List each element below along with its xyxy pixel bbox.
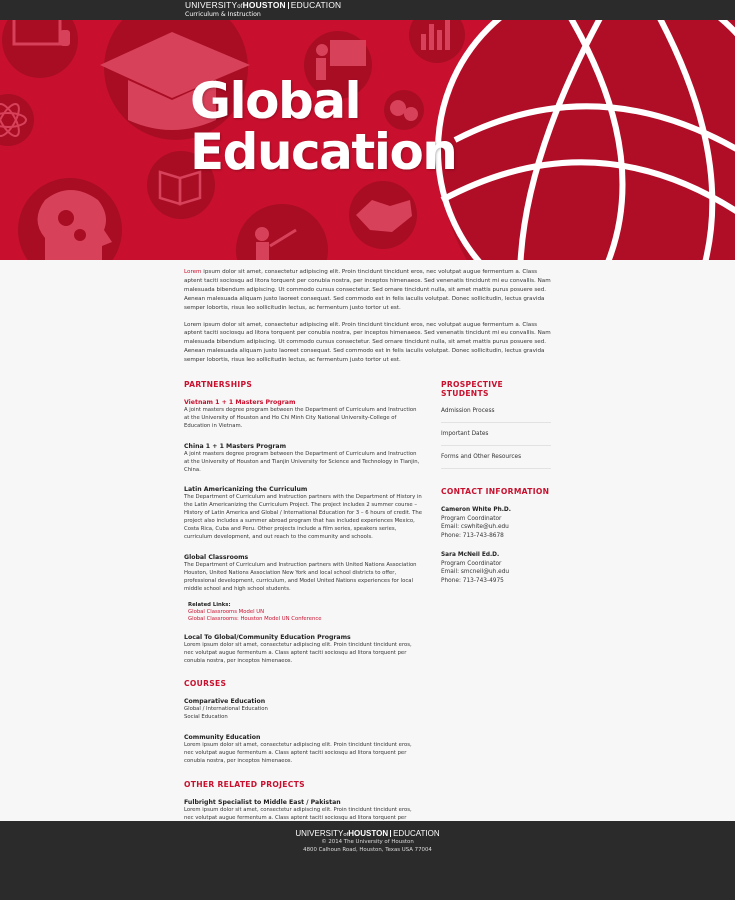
project-title: Fulbright Specialist to Middle East / Pa… [184, 798, 341, 806]
contact-email[interactable]: Email: cswhite@uh.edu [441, 523, 551, 532]
section-heading: PROSPECTIVE STUDENTS [441, 380, 504, 398]
contact-role: Program Coordinator [441, 515, 502, 522]
section-heading: OTHER RELATED PROJECTS [184, 779, 305, 789]
course-line: Global / International Education [184, 706, 268, 713]
partnership-desc: A joint masters degree program between t… [184, 450, 420, 473]
globe-icon [435, 20, 735, 260]
related-links-label: Related Links: [188, 601, 231, 608]
related-link-model-un[interactable]: Global Classrooms Model UN [188, 609, 422, 616]
partnerships-section: PARTNERSHIPS Vietnam 1 + 1 Masters Progr… [184, 380, 422, 665]
related-links: Related Links: Global Classrooms Model U… [188, 602, 422, 624]
contact-role: Program Coordinator [441, 560, 502, 567]
course-line: Social Education [184, 714, 228, 721]
prospective-links: Admission Process Important Dates Forms … [441, 408, 551, 469]
partnership-item: China 1 + 1 Masters Program A joint mast… [184, 443, 422, 475]
head-gears-icon [18, 178, 122, 260]
course-item: Community Education Lorem ipsum dolor si… [184, 734, 422, 766]
footer-logo[interactable]: UNIVERSITYofHOUSTON EDUCATION [0, 829, 735, 838]
related-link-houston-conference[interactable]: Global Classrooms: Houston Model UN Conf… [188, 616, 422, 623]
contact-name: Cameron White Ph.D. [441, 507, 511, 513]
course-item: Comparative Education Global / Internati… [184, 698, 422, 722]
partnership-desc: Lorem ipsum dolor sit amet, consectetur … [184, 641, 412, 664]
intro-text: Lorem ipsum dolor sit amet, consectetur … [184, 268, 552, 373]
contact-phone: Phone: 713-743-8678 [441, 533, 504, 540]
section-heading: PARTNERSHIPS [184, 380, 253, 389]
partnership-desc: The Department of Curriculum and Instruc… [184, 561, 417, 592]
partnership-item: Latin Americanizing the Curriculum The D… [184, 486, 422, 541]
main-column: PARTNERSHIPS Vietnam 1 + 1 Masters Progr… [184, 380, 422, 845]
contact-card: Sara McNeil Ed.D. Program Coordinator Em… [441, 551, 551, 586]
footer-copyright: © 2014 The University of Houston [321, 839, 414, 845]
intro-paragraph: Lorem ipsum dolor sit amet, consectetur … [184, 269, 551, 311]
logo-wordmark: UNIVERSITYofHOUSTON EDUCATION [185, 0, 342, 10]
partnership-desc: The Department of Curriculum and Instruc… [184, 494, 423, 540]
sidebar-item-dates[interactable]: Important Dates [441, 431, 551, 446]
sidebar: PROSPECTIVE STUDENTS Admission Process I… [441, 380, 551, 596]
top-bar: UNIVERSITYofHOUSTON EDUCATION Curriculum … [0, 0, 735, 20]
partnership-link[interactable]: Vietnam 1 + 1 Masters Program [184, 399, 422, 406]
contact-name: Sara McNeil Ed.D. [441, 551, 500, 558]
section-heading: COURSES [184, 679, 227, 689]
course-title: Comparative Education [184, 698, 266, 706]
hero-banner: Global Education [0, 20, 735, 260]
partnership-title: Latin Americanizing the Curriculum [184, 486, 308, 494]
intro-paragraph: Lorem ipsum dolor sit amet, consectetur … [184, 321, 551, 364]
contact-phone: Phone: 713-743-4975 [441, 577, 504, 584]
partnership-item: Global Classrooms The Department of Curr… [184, 554, 422, 594]
course-desc: Lorem ipsum dolor sit amet, consectetur … [184, 742, 412, 765]
sidebar-item-admission[interactable]: Admission Process [441, 408, 551, 423]
contact-email[interactable]: Email: smcneil@uh.edu [441, 568, 551, 577]
partnership-item: Local To Global/Community Education Prog… [184, 634, 422, 666]
course-title: Community Education [184, 734, 261, 742]
computer-icon [2, 20, 78, 78]
courses-section: COURSES Comparative Education Global / I… [184, 679, 422, 766]
atom-icon [0, 94, 34, 146]
partnership-desc: A joint masters degree program between t… [184, 407, 417, 429]
university-logo[interactable]: UNIVERSITYofHOUSTON EDUCATION Curriculum … [185, 1, 341, 18]
bar-chart-icon [409, 20, 465, 63]
page-title: Global Education [190, 72, 458, 181]
section-heading: CONTACT INFORMATION [441, 487, 550, 496]
partnership-title: Global Classrooms [184, 553, 249, 561]
contact-card: Cameron White Ph.D. Program Coordinator … [441, 506, 551, 541]
footer-address: 4800 Calhoun Road, Houston, Texas USA 77… [303, 847, 432, 853]
department-name: Curriculum & Instruction [185, 11, 261, 18]
handshake-icon [349, 181, 417, 249]
presenter-icon [236, 204, 328, 260]
partnership-item: Vietnam 1 + 1 Masters Program A joint ma… [184, 399, 422, 431]
sidebar-item-forms[interactable]: Forms and Other Resources [441, 454, 551, 469]
partnership-title: Local To Global/Community Education Prog… [184, 633, 351, 641]
footer: UNIVERSITYofHOUSTON EDUCATION © 2014 The … [0, 821, 735, 900]
partnership-title: China 1 + 1 Masters Program [184, 442, 287, 450]
